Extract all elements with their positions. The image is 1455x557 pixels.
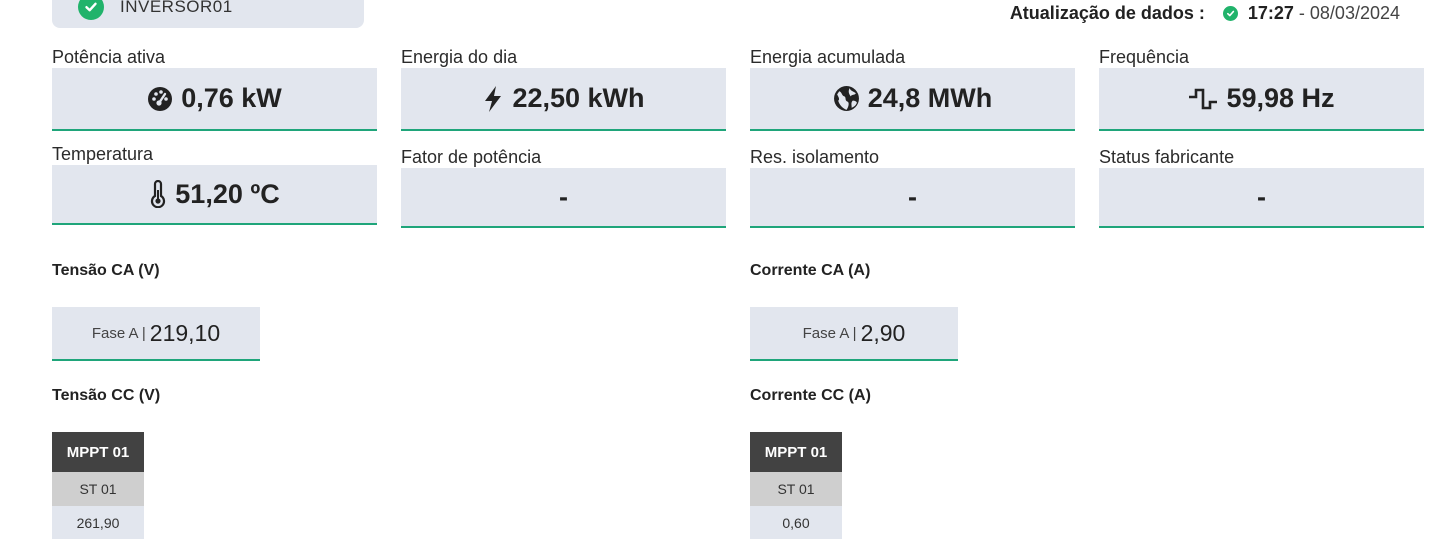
card-manufacturer-status: Status fabricante - bbox=[1099, 146, 1424, 228]
card-value-box: 24,8 MWh bbox=[750, 68, 1075, 131]
card-value: 0,76 kW bbox=[181, 83, 282, 113]
card-label: Energia acumulada bbox=[750, 47, 906, 67]
ac-voltage-title: Tensão CA (V) bbox=[52, 262, 160, 279]
ac-current-phase-a: Fase A | 2,90 bbox=[750, 307, 958, 361]
card-value: 22,50 kWh bbox=[512, 83, 645, 113]
card-value: 59,98 Hz bbox=[1226, 83, 1335, 113]
card-value-box: 59,98 Hz bbox=[1099, 68, 1424, 131]
update-date: 08/03/2024 bbox=[1309, 2, 1400, 23]
card-frequency: Frequência 59,98 Hz bbox=[1099, 46, 1424, 131]
ac-voltage-phase-a: Fase A | 219,10 bbox=[52, 307, 260, 361]
card-value: 51,20 ºC bbox=[175, 178, 280, 209]
card-label: Energia do dia bbox=[401, 47, 518, 67]
update-separator: - bbox=[1298, 2, 1305, 23]
card-active-power: Potência ativa 0,76 kW bbox=[52, 46, 377, 131]
card-insulation: Res. isolamento - bbox=[750, 146, 1075, 228]
mppt-value: 0,60 bbox=[750, 506, 842, 539]
update-time: 17:27 bbox=[1247, 2, 1294, 23]
update-label: Atualização de dados : bbox=[1009, 2, 1205, 23]
card-energy-day: Energia do dia 22,50 kWh bbox=[401, 46, 726, 131]
mppt-string: ST 01 bbox=[750, 472, 842, 506]
card-energy-total: Energia acumulada 24,8 MWh bbox=[750, 46, 1075, 131]
globe-icon bbox=[833, 85, 860, 112]
bolt-icon bbox=[482, 85, 504, 113]
square-wave-icon bbox=[1188, 88, 1218, 110]
ac-current-title: Corrente CA (A) bbox=[750, 262, 871, 279]
mppt-header: MPPT 01 bbox=[52, 432, 144, 472]
card-value-box: - bbox=[401, 168, 726, 228]
card-label: Res. isolamento bbox=[750, 147, 880, 167]
check-circle-icon bbox=[78, 0, 104, 20]
phase-label: Fase A | bbox=[802, 324, 857, 342]
card-power-factor: Fator de potência - bbox=[401, 146, 726, 228]
device-name: INVERSOR01 bbox=[120, 0, 233, 16]
card-value: - bbox=[559, 181, 568, 212]
thermometer-icon bbox=[149, 180, 167, 208]
gauge-icon bbox=[147, 86, 173, 112]
check-circle-icon bbox=[1222, 5, 1238, 21]
dc-current-mppt-table: MPPT 01 ST 01 0,60 bbox=[750, 432, 842, 539]
card-label: Frequência bbox=[1099, 47, 1190, 67]
mppt-value: 261,90 bbox=[52, 506, 144, 539]
card-value-box: - bbox=[750, 168, 1075, 228]
card-value: 24,8 MWh bbox=[867, 83, 993, 113]
mppt-string: ST 01 bbox=[52, 472, 144, 506]
phase-value: 219,10 bbox=[149, 319, 221, 346]
device-tab[interactable]: INVERSOR01 bbox=[52, 0, 364, 28]
card-value-box: 0,76 kW bbox=[52, 68, 377, 131]
dc-voltage-title: Tensão CC (V) bbox=[52, 387, 161, 404]
card-label: Status fabricante bbox=[1099, 147, 1235, 167]
dc-current-title: Corrente CC (A) bbox=[750, 387, 871, 404]
phase-value: 2,90 bbox=[860, 319, 906, 346]
dc-voltage-mppt-table: MPPT 01 ST 01 261,90 bbox=[52, 432, 144, 539]
phase-label: Fase A | bbox=[91, 324, 146, 342]
data-update-status: Atualização de dados : 17:27 - 08/03/202… bbox=[1010, 2, 1400, 24]
card-value-box: 22,50 kWh bbox=[401, 68, 726, 131]
card-temperature: Temperatura 51,20 ºC bbox=[52, 143, 377, 225]
card-label: Temperatura bbox=[52, 144, 154, 164]
card-label: Potência ativa bbox=[52, 47, 166, 67]
card-value: - bbox=[908, 181, 917, 212]
mppt-header: MPPT 01 bbox=[750, 432, 842, 472]
card-value-box: - bbox=[1099, 168, 1424, 228]
card-value-box: 51,20 ºC bbox=[52, 165, 377, 225]
card-value: - bbox=[1257, 181, 1266, 212]
card-label: Fator de potência bbox=[401, 147, 542, 167]
